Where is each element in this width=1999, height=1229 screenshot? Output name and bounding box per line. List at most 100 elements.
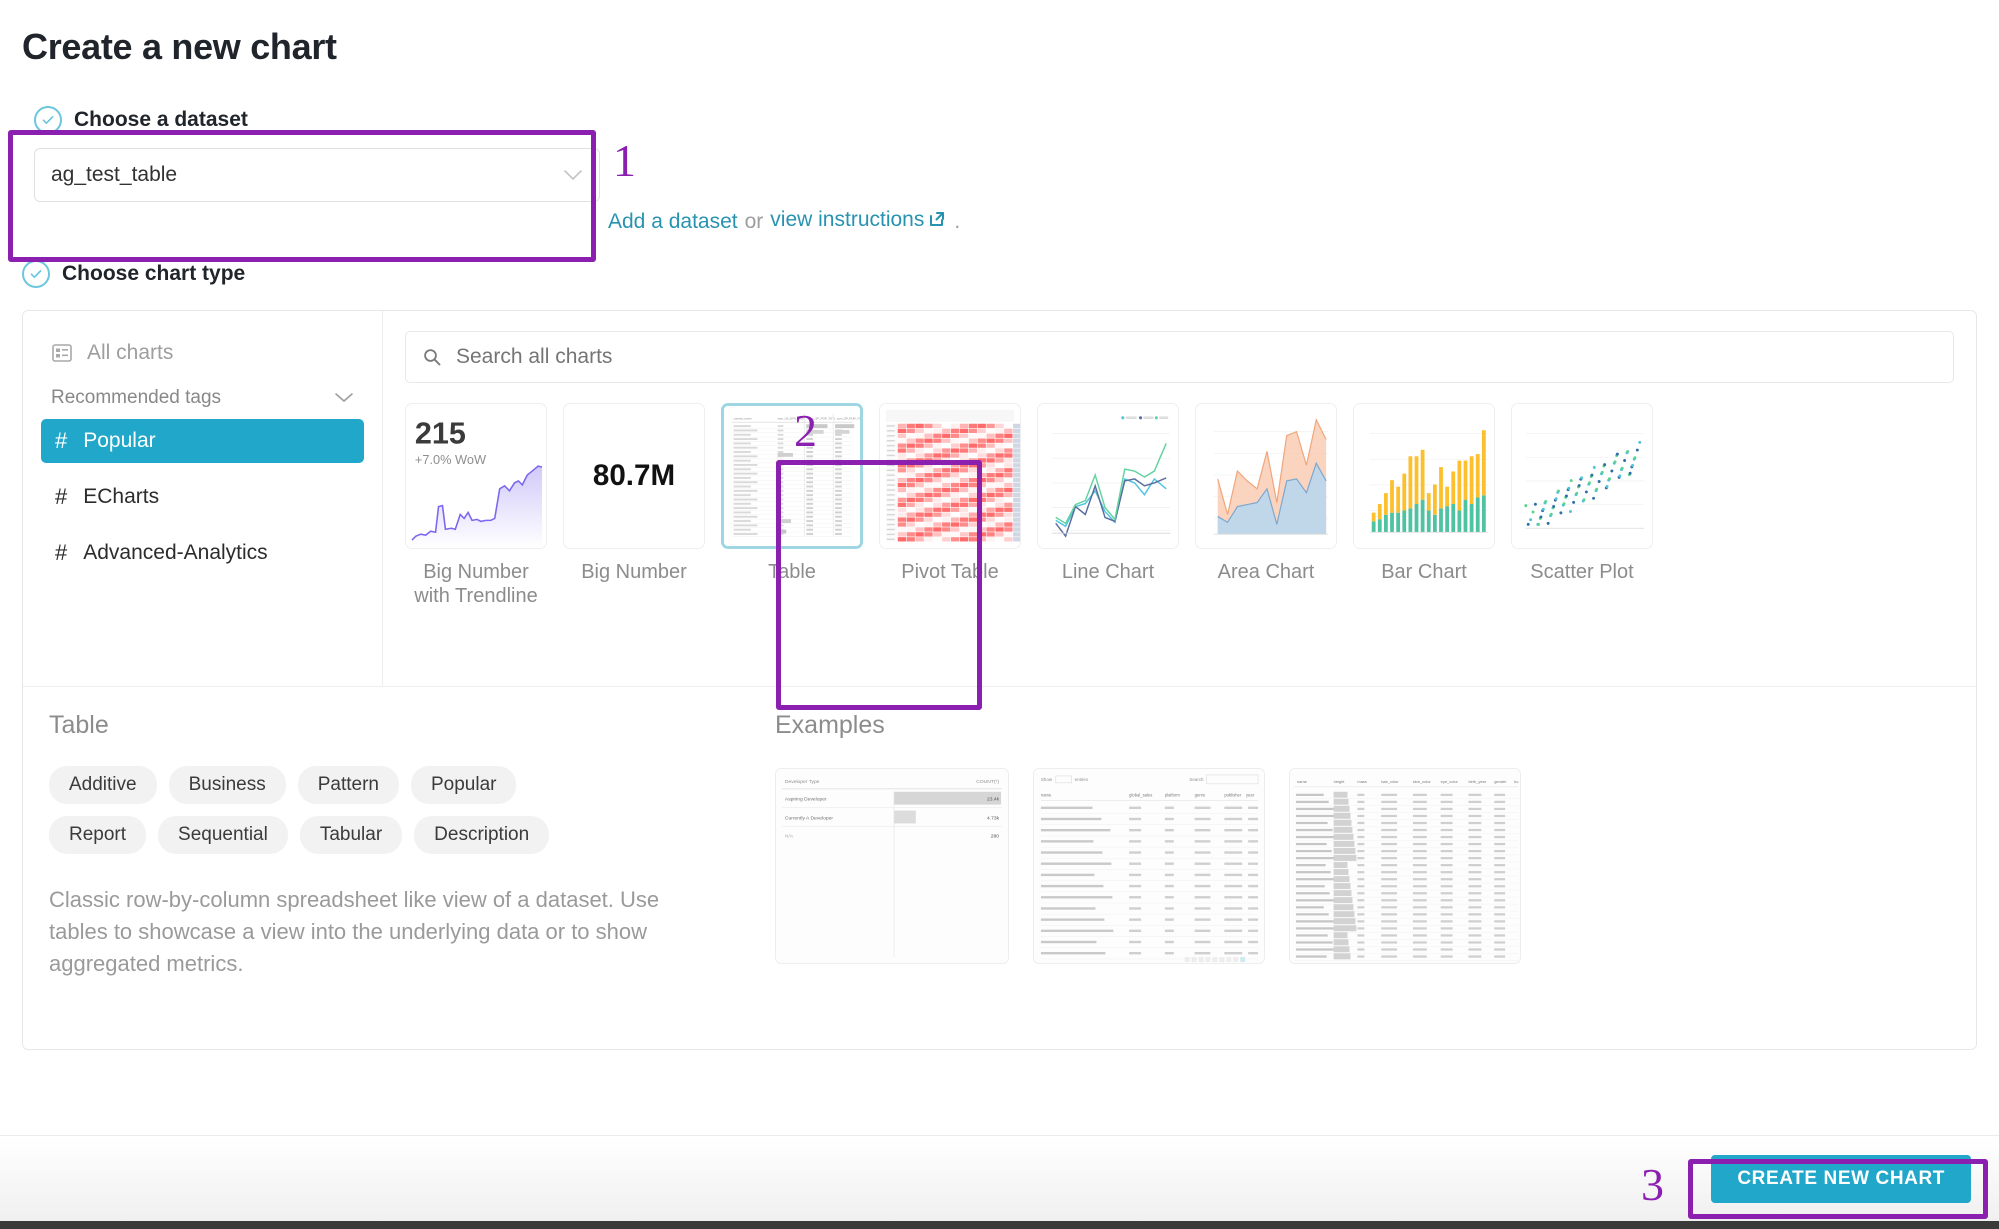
- example-thumbnail[interactable]: Developer Type COUNT(*) Aspiring Develop…: [775, 768, 1009, 964]
- detail-tag-chip[interactable]: Business: [168, 766, 286, 804]
- svg-text:hair_color: hair_color: [1381, 779, 1399, 784]
- search-input[interactable]: [454, 344, 1937, 370]
- svg-text:23.4k: 23.4k: [987, 797, 1000, 803]
- examples-title: Examples: [775, 711, 885, 739]
- check-circle-icon: [22, 260, 50, 288]
- svg-text:height: height: [1334, 779, 1346, 784]
- choose-dataset-header: Choose a dataset: [34, 106, 608, 134]
- svg-text:skin_color: skin_color: [1413, 779, 1431, 784]
- choose-chart-type-label: Choose chart type: [62, 262, 246, 285]
- chart-card-pivot-table[interactable]: Pivot Table: [879, 403, 1021, 609]
- chevron-down-icon: [334, 390, 354, 407]
- add-dataset-link[interactable]: Add a dataset: [608, 210, 738, 234]
- hash-icon: #: [55, 484, 68, 509]
- svg-text:name: name: [1297, 779, 1308, 784]
- dataset-links: Add a dataset or view instructions .: [608, 208, 960, 235]
- create-new-chart-button[interactable]: CREATE NEW CHART: [1711, 1154, 1971, 1203]
- detail-tag-chip[interactable]: Popular: [410, 766, 517, 804]
- bottom-strip: [0, 1221, 1999, 1229]
- dataset-select-value: ag_test_table: [51, 163, 178, 186]
- chart-card-label: Scatter Plot: [1530, 561, 1634, 583]
- sidebar-tag-advanced-analytics[interactable]: # Advanced-Analytics: [41, 531, 364, 575]
- chart-thumbnail: [879, 403, 1021, 549]
- chart-card-line-chart[interactable]: Line Chart: [1037, 403, 1179, 609]
- svg-text:name: name: [1041, 793, 1052, 798]
- chart-card-label: Big Number with Trendline: [414, 561, 538, 608]
- svg-text:genre: genre: [1195, 793, 1206, 798]
- detail-tag-chip[interactable]: Description: [414, 816, 550, 854]
- chart-card-scatter-plot[interactable]: Scatter Plot: [1511, 403, 1653, 609]
- chart-card-label: Table: [768, 561, 816, 583]
- chart-thumbnail: [1511, 403, 1653, 549]
- footer-bar: CREATE NEW CHART: [0, 1135, 1999, 1221]
- chart-type-grid-area: 215 +7.0% WoW Big Number with Trendline …: [383, 311, 1976, 686]
- svg-text:publisher: publisher: [1224, 793, 1241, 798]
- svg-text:Developer Type: Developer Type: [785, 779, 820, 785]
- annotation-number-3: 3: [1641, 1159, 1664, 1210]
- search-icon: [422, 347, 442, 367]
- chart-thumbnail: [1195, 403, 1337, 549]
- chart-card-bar-chart[interactable]: Bar Chart: [1353, 403, 1495, 609]
- dataset-select[interactable]: ag_test_table: [34, 148, 600, 202]
- sidebar-tag-popular[interactable]: # Popular: [41, 419, 364, 463]
- chart-card-big-number-with-trendline[interactable]: 215 +7.0% WoW Big Number with Trendline: [405, 403, 547, 609]
- svg-text:280: 280: [991, 833, 999, 839]
- view-instructions-link[interactable]: view instructions: [770, 208, 947, 235]
- svg-text:Currently A Developer: Currently A Developer: [785, 815, 833, 821]
- chart-thumbnail: 215 +7.0% WoW: [405, 403, 547, 549]
- detail-tag-chip[interactable]: Pattern: [297, 766, 399, 804]
- svg-text:global_sales: global_sales: [1129, 793, 1152, 798]
- chevron-down-icon: [563, 166, 583, 184]
- chart-card-big-number[interactable]: 80.7M Big Number: [563, 403, 705, 609]
- chart-examples-panel: Examples Developer Type COUNT(*) Aspirin…: [763, 687, 1976, 1049]
- svg-text:COUNT(*): COUNT(*): [976, 779, 999, 785]
- chart-type-panel: All charts Recommended tags # Popular # …: [22, 310, 1977, 1050]
- recommended-tags-label: Recommended tags: [51, 387, 222, 408]
- svg-text:country_name: country_name: [734, 416, 753, 420]
- sidebar-tag-label: Advanced-Analytics: [83, 541, 268, 564]
- chart-type-sidebar: All charts Recommended tags # Popular # …: [23, 311, 383, 686]
- sidebar-tag-label: Popular: [83, 429, 156, 452]
- recommended-tags-toggle[interactable]: Recommended tags: [41, 373, 364, 419]
- check-circle-icon: [34, 106, 62, 134]
- chart-card-area-chart[interactable]: Area Chart: [1195, 403, 1337, 609]
- detail-tag-chip[interactable]: Sequential: [158, 816, 288, 854]
- chart-thumbnail: [1037, 403, 1179, 549]
- sidebar-tag-echarts[interactable]: # ECharts: [41, 475, 364, 519]
- hash-icon: #: [55, 540, 68, 565]
- external-link-icon: [927, 209, 947, 235]
- example-thumbnail[interactable]: name height mass hair_color skin_color eye_co…: [1289, 768, 1521, 964]
- chart-type-card-list: 215 +7.0% WoW Big Number with Trendline …: [405, 403, 1954, 609]
- chart-card-table[interactable]: country_name sum_US_DFN_2000 sum_SP_POP_T…: [721, 403, 863, 609]
- detail-tag-chip[interactable]: Report: [49, 816, 147, 854]
- svg-text:Show: Show: [1041, 777, 1053, 782]
- view-instructions-label: view instructions: [770, 208, 925, 231]
- svg-text:Aspiring Developer: Aspiring Developer: [785, 797, 827, 803]
- links-period: .: [954, 209, 961, 233]
- svg-text:N/A: N/A: [785, 833, 794, 839]
- svg-text:80.7M: 80.7M: [593, 459, 675, 492]
- chart-card-label: Big Number: [581, 561, 687, 583]
- chart-thumbnail: country_name sum_US_DFN_2000 sum_SP_POP_T…: [721, 403, 863, 549]
- search-charts-bar[interactable]: [405, 331, 1954, 383]
- detail-tag-chip[interactable]: Tabular: [299, 816, 403, 854]
- chart-thumbnail: [1353, 403, 1495, 549]
- svg-text:gender: gender: [1494, 779, 1507, 784]
- sidebar-tag-label: ECharts: [83, 485, 160, 508]
- svg-text:mass: mass: [1357, 779, 1366, 784]
- chart-details-title: Table: [49, 711, 109, 739]
- chart-card-label: Line Chart: [1061, 561, 1155, 583]
- svg-text:215: 215: [415, 416, 466, 450]
- detail-tag-chip[interactable]: Additive: [49, 766, 157, 804]
- chart-thumbnail: 80.7M: [563, 403, 705, 549]
- annotation-number-2: 2: [794, 405, 817, 456]
- sidebar-item-all-charts[interactable]: All charts: [41, 333, 364, 373]
- svg-text:Search: Search: [1189, 777, 1204, 782]
- svg-text:platform: platform: [1165, 793, 1181, 798]
- svg-text:year: year: [1246, 793, 1255, 798]
- hash-icon: #: [55, 428, 68, 453]
- example-thumbnail[interactable]: Show entries Search name global_sales plat…: [1033, 768, 1265, 964]
- page-title: Create a new chart: [22, 26, 337, 67]
- choose-dataset-section: Choose a dataset ag_test_table: [22, 92, 622, 218]
- chart-card-label: Area Chart: [1217, 561, 1315, 583]
